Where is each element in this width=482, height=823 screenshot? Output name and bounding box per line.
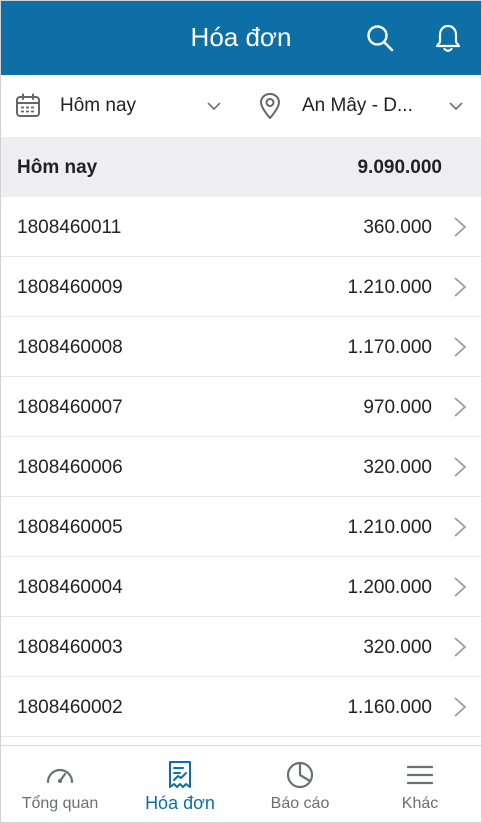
invoice-row[interactable]: 1808460003 320.000 xyxy=(0,617,482,677)
date-filter-dropdown[interactable]: Hôm nay xyxy=(14,75,224,137)
tab-overview[interactable]: Tổng quan xyxy=(0,746,120,823)
tab-label: Hóa đơn xyxy=(145,793,215,813)
invoice-amount: 1.210.000 xyxy=(347,277,432,298)
invoice-id: 1808460005 xyxy=(17,517,123,538)
menu-icon xyxy=(360,760,480,790)
tab-reports[interactable]: Báo cáo xyxy=(240,746,360,823)
invoice-id: 1808460006 xyxy=(17,457,123,478)
pie-chart-icon xyxy=(240,760,360,790)
tab-label: Khác xyxy=(401,795,439,812)
invoice-id: 1808460002 xyxy=(17,697,123,718)
invoice-row[interactable]: 1808460008 1.170.000 xyxy=(0,317,482,377)
chevron-right-icon xyxy=(454,397,467,417)
invoice-row[interactable]: 1808460006 320.000 xyxy=(0,437,482,497)
summary-total: 9.090.000 xyxy=(357,157,442,178)
invoice-row[interactable]: 1808460009 1.210.000 xyxy=(0,257,482,317)
chevron-down-icon xyxy=(204,96,224,116)
tab-invoices[interactable]: Hóa đơn xyxy=(120,746,240,823)
store-filter-label: An Mây - D... xyxy=(302,95,413,116)
invoice-id: 1808460009 xyxy=(17,277,123,298)
invoice-id: 1808460007 xyxy=(17,397,123,418)
invoice-amount: 320.000 xyxy=(363,637,432,658)
page-title: Hóa đơn xyxy=(190,22,292,52)
chevron-right-icon xyxy=(454,637,467,657)
invoice-amount: 1.170.000 xyxy=(347,337,432,358)
invoice-id: 1808460011 xyxy=(17,217,122,238)
bottom-tab-bar: Tổng quan Hóa đơn Báo cáo Khác xyxy=(0,745,482,823)
app-header: Hóa đơn xyxy=(0,0,482,75)
chevron-right-icon xyxy=(454,217,467,237)
search-icon xyxy=(367,25,394,52)
location-pin-icon xyxy=(256,92,284,120)
invoice-id: 1808460004 xyxy=(17,577,123,598)
invoice-amount: 1.210.000 xyxy=(347,517,432,538)
invoice-amount: 1.200.000 xyxy=(347,577,432,598)
tab-more[interactable]: Khác xyxy=(360,746,480,823)
chevron-right-icon xyxy=(454,337,467,357)
chevron-right-icon xyxy=(454,517,467,537)
invoice-row[interactable]: 1808460005 1.210.000 xyxy=(0,497,482,557)
tab-label: Tổng quan xyxy=(21,795,99,812)
invoice-row[interactable]: 1808460007 970.000 xyxy=(0,377,482,437)
invoice-amount: 320.000 xyxy=(363,457,432,478)
chevron-down-icon xyxy=(446,96,466,116)
tab-label: Báo cáo xyxy=(270,795,330,812)
receipt-icon xyxy=(120,760,240,790)
chevron-right-icon xyxy=(454,697,467,717)
notification-button[interactable] xyxy=(430,20,466,56)
filter-bar: Hôm nay An Mây - D... xyxy=(0,75,482,137)
invoice-amount: 360.000 xyxy=(363,217,432,238)
store-filter-dropdown[interactable]: An Mây - D... xyxy=(256,75,466,137)
chevron-right-icon xyxy=(454,277,467,297)
invoice-row[interactable]: 1808460011 360.000 xyxy=(0,197,482,257)
invoice-amount: 1.160.000 xyxy=(347,697,432,718)
date-filter-label: Hôm nay xyxy=(60,95,137,116)
invoice-row-partial[interactable] xyxy=(0,737,482,745)
chevron-right-icon xyxy=(454,577,467,597)
speedometer-icon xyxy=(0,760,120,790)
invoice-row[interactable]: 1808460004 1.200.000 xyxy=(0,557,482,617)
summary-row: Hôm nay 9.090.000 xyxy=(0,137,482,197)
invoice-id: 1808460003 xyxy=(17,637,123,658)
invoice-id: 1808460008 xyxy=(17,337,123,358)
invoice-list: 1808460011 360.000 1808460009 1.210.000 … xyxy=(0,197,482,745)
bell-icon xyxy=(435,24,461,52)
invoice-amount: 970.000 xyxy=(363,397,432,418)
summary-label: Hôm nay xyxy=(17,157,98,178)
search-button[interactable] xyxy=(362,20,398,56)
calendar-icon xyxy=(14,92,42,120)
chevron-right-icon xyxy=(454,457,467,477)
invoice-row[interactable]: 1808460002 1.160.000 xyxy=(0,677,482,737)
